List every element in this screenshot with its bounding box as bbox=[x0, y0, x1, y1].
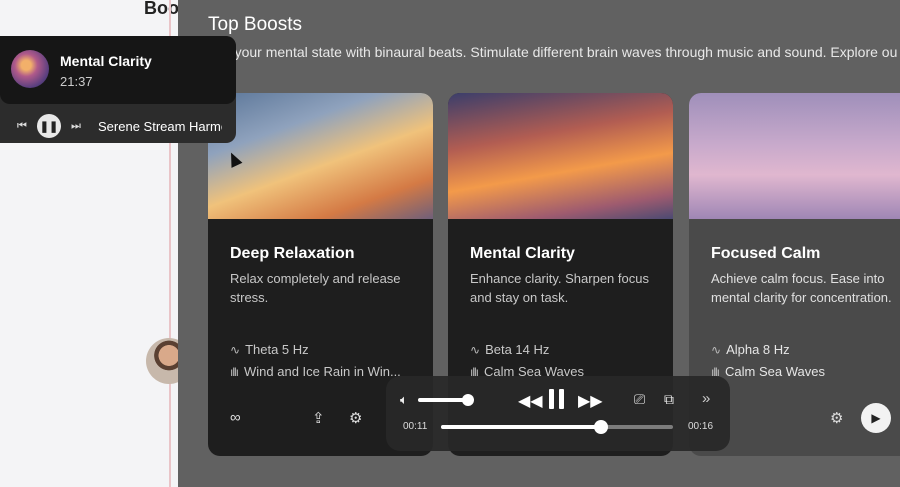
card-track: ıllı Wind and Ice Rain in Win... bbox=[230, 364, 401, 379]
album-art bbox=[11, 50, 49, 88]
remaining-time: 00:16 bbox=[688, 421, 714, 432]
waveform-icon: ∿ bbox=[711, 342, 721, 357]
progress-fill bbox=[441, 425, 602, 429]
card-description: Relax completely and release stress. bbox=[230, 271, 401, 305]
video-controls bbox=[386, 376, 730, 451]
now-playing-title: Mental Clarity bbox=[60, 53, 152, 69]
rewind-icon[interactable]: ◀◀ bbox=[518, 391, 543, 411]
progress-knob[interactable] bbox=[594, 420, 609, 434]
skip-forward-icon[interactable]: ⏭ bbox=[66, 116, 86, 136]
card-frequency: ∿ Theta 5 Hz bbox=[230, 342, 309, 357]
volume-knob[interactable] bbox=[462, 394, 474, 406]
audio-bars-icon: ıllı bbox=[230, 364, 239, 379]
infinity-icon[interactable]: ∞ bbox=[230, 409, 241, 426]
section-title: Top Boosts bbox=[208, 14, 302, 35]
picture-in-picture-icon[interactable]: ⧉ bbox=[664, 391, 674, 408]
play-button[interactable]: ▶ bbox=[861, 403, 891, 433]
card-title: Mental Clarity bbox=[470, 245, 575, 262]
pause-button-large[interactable] bbox=[549, 389, 564, 409]
card-frequency: ∿ Alpha 8 Hz bbox=[711, 342, 790, 357]
airplay-icon[interactable]: ⎚ bbox=[634, 391, 645, 408]
skip-back-icon[interactable]: ⏮ bbox=[12, 116, 32, 136]
mini-track-name: Serene Stream Harmony bbox=[98, 119, 222, 134]
waveform-icon: ∿ bbox=[470, 342, 480, 357]
card-title: Deep Relaxation bbox=[230, 245, 355, 262]
sliders-icon[interactable]: ⚙ bbox=[349, 409, 362, 427]
mini-player: Mental Clarity 21:37 ⏮ ❚❚ ⏭ Serene Strea… bbox=[0, 36, 236, 143]
sliders-icon[interactable]: ⚙ bbox=[830, 409, 843, 427]
card-title: Focused Calm bbox=[711, 245, 821, 262]
card-image bbox=[689, 93, 900, 219]
share-icon[interactable]: ⇪ bbox=[312, 409, 325, 427]
now-playing-time: 21:37 bbox=[60, 74, 93, 89]
fast-forward-icon[interactable]: ▶▶ bbox=[578, 391, 603, 411]
volume-slider[interactable] bbox=[418, 398, 468, 402]
card-description: Achieve calm focus. Ease into mental cla… bbox=[711, 271, 892, 305]
page-title: Boo bbox=[144, 0, 179, 18]
waveform-icon: ∿ bbox=[230, 342, 240, 357]
card-track: ıllı Calm Sea Waves bbox=[711, 364, 825, 379]
pause-button[interactable]: ❚❚ bbox=[37, 114, 61, 138]
elapsed-time: 00:11 bbox=[403, 421, 428, 432]
card-frequency: ∿ Beta 14 Hz bbox=[470, 342, 550, 357]
more-controls-icon[interactable]: » bbox=[702, 390, 710, 407]
volume-icon[interactable]: 🔈︎ bbox=[400, 392, 408, 408]
card-image bbox=[448, 93, 673, 219]
card-image bbox=[208, 93, 433, 219]
section-description: Elevate your mental state with binaural … bbox=[208, 44, 898, 60]
now-playing[interactable]: Mental Clarity 21:37 bbox=[0, 36, 236, 104]
card-description: Enhance clarity. Sharpen focus and stay … bbox=[470, 271, 649, 305]
